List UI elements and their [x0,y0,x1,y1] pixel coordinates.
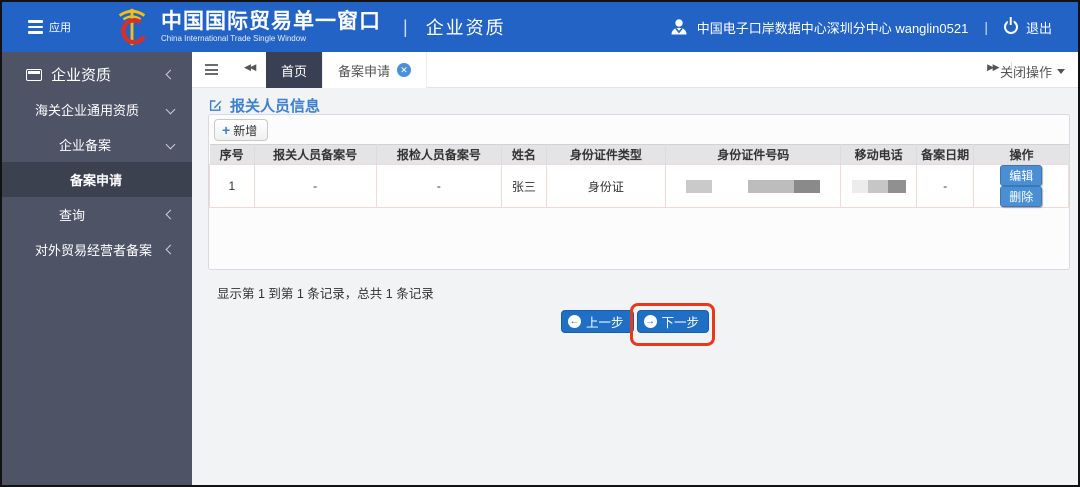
sidebar-item-label: 备案申请 [70,173,123,188]
user-org-label: 中国电子口岸数据中心深圳分中心 wanglin0521 [696,20,969,36]
brand: 中国国际贸易单一窗口 China International Trade Sin… [111,6,381,48]
tab-label: 备案申请 [338,63,391,79]
edit-button[interactable]: 编辑 [1000,165,1043,186]
add-button-label: 新增 [233,123,258,138]
scroll-tabs-left-icon[interactable]: ◀◀ [244,63,256,73]
sidebar-item-label: 企业备案 [59,138,112,153]
user-divider: | [984,19,988,35]
scroll-tabs-right-icon[interactable]: ▶▶ [987,63,999,73]
tab-record-application[interactable]: 备案申请 ✕ [323,52,428,88]
sidebar-item-label: 查询 [59,208,86,223]
chevron-down-icon [165,104,176,115]
sidebar-item-label: 对外贸易经营者备案 [35,243,153,258]
logout-label: 退出 [1025,20,1052,36]
id-number-cell [665,164,842,208]
sidebar-item-record-application[interactable]: 备案申请 [2,162,192,197]
inspection-declarant-no-cell: - [375,164,503,208]
sidebar-item-customs-general-qualification[interactable]: 海关企业通用资质 [2,92,192,127]
circle-arrow-left-icon: ← [567,315,581,328]
column-header: 移动电话 [840,144,917,165]
step-buttons: ← 上一步 → 下一步 [192,303,1078,346]
sidebar-item-enterprise-record[interactable]: 企业备案 [2,127,192,162]
page-title: 企业资质 [425,18,506,38]
sidebar-collapse-icon[interactable] [205,64,218,75]
app-window: 应用 中国国际贸易单一窗口 China International Trade … [0,0,1080,487]
prev-step-label: 上一步 [585,316,624,330]
sidebar-item-qualification[interactable]: 企业资质 [2,57,192,92]
user-info[interactable]: 中国电子口岸数据中心深圳分中心 wanglin0521 [669,17,969,37]
brand-title: 中国国际贸易单一窗口 [161,9,381,33]
customs-declarant-no-cell: - [253,164,377,208]
next-step-button[interactable]: → 下一步 [636,310,710,333]
top-header: 应用 中国国际贸易单一窗口 China International Trade … [2,2,1078,52]
pagination-summary: 显示第 1 到第 1 条记录，总共 1 条记录 [217,287,434,301]
section-title: 报关人员信息 [208,95,320,116]
seq-cell: 1 [209,164,255,208]
tab-bar: ◀◀ 首页 备案申请 ✕ ▶▶ 关闭操作 [192,52,1078,88]
add-button[interactable]: + 新增 [214,119,269,141]
declarant-table: 序号 报关人员备案号 报检人员备案号 姓名 身份证件类型 身份证件号码 移动电话 备案日期 操作… [209,144,1069,208]
edit-section-icon [208,98,223,113]
column-header: 身份证件号码 [665,144,842,165]
circle-arrow-right-icon: → [643,315,657,328]
sidebar-item-foreign-trade-operator-record[interactable]: 对外贸易经营者备案 [2,232,192,267]
user-icon [669,17,689,37]
id-type-cell: 身份证 [545,164,667,208]
chevron-left-icon [165,69,176,80]
sidebar: 企业资质海关企业通用资质 企业备案备案申请查询对外贸易经营者备案 [2,52,192,485]
tab-close-icon[interactable]: ✕ [397,63,412,77]
delete-button[interactable]: 删除 [1000,186,1043,207]
redacted-mobile [841,179,916,193]
mobile-cell [840,164,917,208]
actions-cell: 编辑删除 [973,164,1069,208]
section-title-label: 报关人员信息 [230,98,321,115]
hamburger-icon [28,20,43,34]
column-header: 序号 [209,144,255,165]
column-header: 操作 [973,144,1069,165]
power-icon [1003,20,1018,34]
column-header: 报关人员备案号 [254,144,377,165]
next-step-label: 下一步 [661,316,700,330]
app-menu-button[interactable]: 应用 [28,19,71,35]
chevron-down-icon [165,139,176,150]
sidebar-item-query[interactable]: 查询 [2,197,192,232]
tab-label: 首页 [281,63,308,79]
chevron-down-icon [1057,69,1065,74]
column-header: 报检人员备案号 [376,144,503,165]
redacted-id-number [666,179,840,193]
header-divider: | [403,16,408,37]
main-content: 报关人员信息 + 新增 序号 报关人员备案号 报检人员备案号 姓名 身份证件类型 身份证件… [192,88,1078,485]
chevron-left-icon [165,209,176,220]
brand-logo-icon [111,6,153,48]
logout-button[interactable]: 退出 [1003,18,1052,37]
plus-icon: + [222,122,231,138]
column-header: 身份证件类型 [546,144,667,165]
table-row: 1- - 张三 身份证 - 编辑删除 [209,164,1069,208]
chevron-left-icon [165,244,176,255]
column-header: 姓名 [501,144,547,165]
close-operations-menu[interactable]: 关闭操作 [1000,62,1065,81]
declarant-table-panel: + 新增 序号 报关人员备案号 报检人员备案号 姓名 身份证件类型 身份证件号码 移动电话备… [208,114,1070,270]
column-header: 备案日期 [916,144,975,165]
prev-step-button[interactable]: ← 上一步 [560,310,634,333]
card-icon [26,68,42,81]
sidebar-item-label: 企业资质 [51,67,112,84]
sidebar-item-label: 海关企业通用资质 [35,103,140,118]
record-date-cell: - [915,164,975,208]
name-cell: 张三 [501,164,547,208]
brand-subtitle: China International Trade Single Window [161,33,306,43]
close-operations-label: 关闭操作 [999,65,1052,80]
app-menu-label: 应用 [49,22,71,34]
tab-home[interactable]: 首页 [266,52,324,88]
